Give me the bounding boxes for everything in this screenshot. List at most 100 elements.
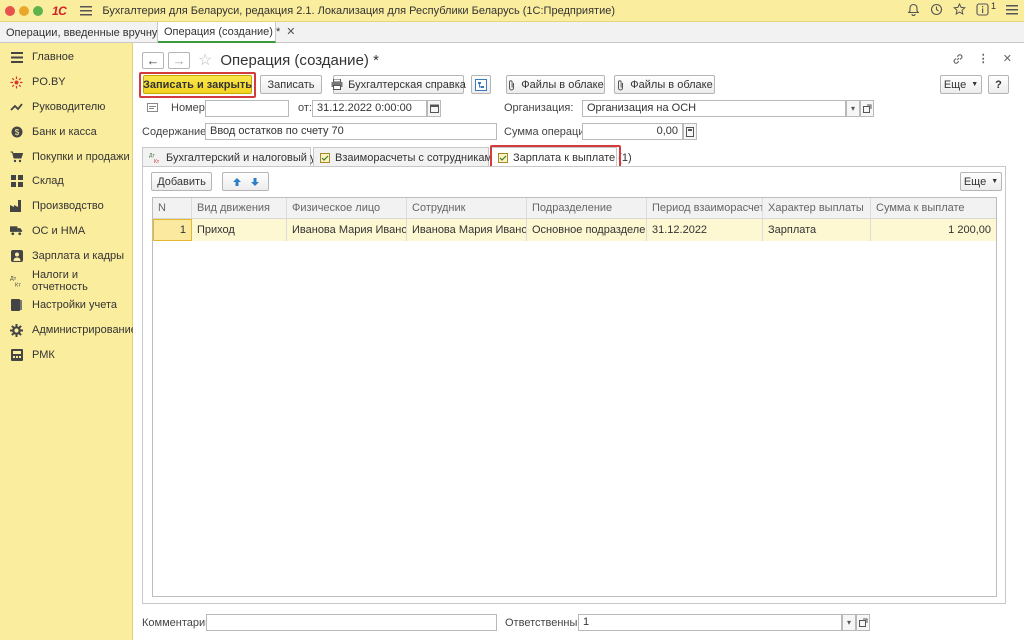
- cell-department[interactable]: Основное подразделе...: [527, 219, 647, 241]
- tax-icon: Дт Кт: [10, 274, 23, 287]
- help-button[interactable]: ?: [988, 75, 1009, 94]
- structure-button[interactable]: [471, 75, 491, 94]
- open-icon: [862, 104, 872, 113]
- cell-employee[interactable]: Иванова Мария Ивано...: [407, 219, 527, 241]
- settings-lines-icon[interactable]: [1006, 4, 1018, 15]
- organization-dropdown-button[interactable]: ▾: [846, 100, 860, 117]
- form-area: ← → ☆ Операция (создание) * ⋮ ✕ Записать…: [133, 43, 1024, 640]
- sidebar-item-manager[interactable]: Руководителю: [0, 95, 132, 120]
- save-and-close-button[interactable]: Записать и закрыть: [143, 75, 252, 94]
- organization-open-button[interactable]: [860, 100, 874, 117]
- register-icon: [10, 348, 23, 361]
- table-row[interactable]: 1 Приход Иванова Мария Ивано... Иванова …: [153, 219, 996, 241]
- svg-text:$: $: [14, 128, 19, 137]
- content-field[interactable]: Ввод остатков по счету 70: [205, 123, 497, 140]
- tab-accounting[interactable]: Дт Кт Бухгалтерский и налоговый учет: [142, 147, 332, 167]
- sidebar-item-poby[interactable]: PO.BY: [0, 70, 132, 95]
- sidebar-item-bank[interactable]: $ Банк и касса: [0, 119, 132, 144]
- window-tabs: Операции, введенные вручную ✕ Операция (…: [0, 22, 1024, 43]
- minimize-window-button[interactable]: [19, 5, 29, 16]
- sidebar-item-taxes[interactable]: Дт Кт Налоги и отчетность: [0, 268, 132, 293]
- sidebar-item-pos[interactable]: РМК: [0, 343, 132, 368]
- number-field[interactable]: [205, 100, 289, 117]
- more-button[interactable]: Еще ▼: [940, 75, 982, 94]
- comment-field[interactable]: [206, 614, 497, 631]
- column-header[interactable]: Характер выплаты: [763, 198, 871, 218]
- add-label: Добавить: [157, 175, 206, 188]
- more-vertical-icon[interactable]: ⋮: [978, 52, 989, 65]
- close-tab-icon[interactable]: ✕: [286, 25, 295, 38]
- info-icon[interactable]: [976, 3, 989, 16]
- files-cloud-button-1[interactable]: Файлы в облаке: [506, 75, 605, 94]
- cell-payment-type[interactable]: Зарплата: [763, 219, 871, 241]
- responsible-open-button[interactable]: [856, 614, 870, 631]
- date-label: от:: [298, 102, 312, 114]
- sun-icon: [10, 76, 23, 89]
- calendar-button[interactable]: [427, 100, 441, 117]
- main-menu-icon[interactable]: [80, 5, 93, 16]
- column-header[interactable]: Вид движения: [192, 198, 287, 218]
- column-header[interactable]: Физическое лицо: [287, 198, 407, 218]
- sidebar-item-assets[interactable]: ОС и НМА: [0, 219, 132, 244]
- sum-field[interactable]: 0,00: [582, 123, 683, 140]
- forward-button[interactable]: →: [168, 51, 190, 69]
- files-cloud-button-2[interactable]: Файлы в облаке: [614, 75, 715, 94]
- sidebar-item-main[interactable]: Главное: [0, 45, 132, 70]
- cell-number[interactable]: 1: [153, 219, 192, 241]
- warehouse-icon: [10, 175, 23, 188]
- column-header[interactable]: Сумма к выплате: [871, 198, 996, 218]
- organization-field[interactable]: Организация на ОСН: [582, 100, 846, 117]
- bell-icon[interactable]: [907, 3, 920, 16]
- number-label: Номер:: [171, 102, 208, 114]
- tab-operation-create[interactable]: Операция (создание) * ✕: [158, 22, 296, 43]
- cell-movement-type[interactable]: Приход: [192, 219, 287, 241]
- paperclip-icon: [616, 79, 625, 91]
- column-header[interactable]: N: [153, 198, 192, 218]
- sidebar-item-warehouse[interactable]: Склад: [0, 169, 132, 194]
- maximize-window-button[interactable]: [33, 5, 43, 16]
- tab-label: Операции, введенные вручную: [6, 26, 166, 39]
- responsible-dropdown-button[interactable]: ▾: [842, 614, 856, 631]
- calculator-button[interactable]: [683, 123, 697, 140]
- sidebar-item-settings[interactable]: Настройки учета: [0, 293, 132, 318]
- factory-icon: [10, 200, 23, 213]
- column-header[interactable]: Подразделение: [527, 198, 647, 218]
- tab-manual-operations[interactable]: Операции, введенные вручную ✕: [0, 22, 181, 43]
- structure-icon: [475, 78, 487, 91]
- close-form-icon[interactable]: ✕: [1003, 52, 1012, 65]
- favorites-star-icon[interactable]: [953, 3, 966, 16]
- notification-count: 1: [990, 0, 996, 11]
- table-more-button[interactable]: Еще ▼: [960, 172, 1002, 191]
- sidebar-item-salary[interactable]: Зарплата и кадры: [0, 243, 132, 268]
- add-button[interactable]: Добавить: [151, 172, 212, 191]
- save-button[interactable]: Записать: [260, 75, 322, 94]
- date-field[interactable]: 31.12.2022 0:00:00: [312, 100, 427, 117]
- sidebar-item-label: Склад: [32, 175, 64, 188]
- close-window-button[interactable]: [5, 5, 15, 16]
- sidebar-item-production[interactable]: Производство: [0, 194, 132, 219]
- responsible-label: Ответственный:: [505, 617, 587, 629]
- title-bar: 1С Бухгалтерия для Беларуси, редакция 2.…: [0, 0, 1024, 22]
- move-up-icon[interactable]: [232, 177, 242, 187]
- responsible-field[interactable]: 1: [578, 614, 842, 631]
- cell-amount[interactable]: 1 200,00: [871, 219, 996, 241]
- svg-text:Кт: Кт: [154, 159, 160, 163]
- sidebar-item-label: РМК: [32, 348, 55, 361]
- back-button[interactable]: ←: [142, 51, 164, 69]
- accounting-note-label: Бухгалтерская справка: [348, 78, 466, 91]
- accounting-note-button[interactable]: Бухгалтерская справка: [331, 75, 466, 94]
- people-icon: [10, 249, 23, 262]
- history-icon[interactable]: [930, 3, 943, 16]
- favorite-star-icon[interactable]: ☆: [198, 50, 212, 70]
- sidebar-item-admin[interactable]: Администрирование: [0, 318, 137, 343]
- column-header[interactable]: Сотрудник: [407, 198, 527, 218]
- cell-person[interactable]: Иванова Мария Ивано...: [287, 219, 407, 241]
- table-header: N Вид движения Физическое лицо Сотрудник…: [153, 198, 996, 219]
- column-header[interactable]: Период взаиморасчетов: [647, 198, 763, 218]
- move-down-icon[interactable]: [250, 177, 260, 187]
- sidebar: Главное PO.BY Руководителю $ Банк и касс…: [0, 43, 137, 640]
- tab-employee-settlements[interactable]: Взаиморасчеты с сотрудниками (1): [313, 147, 515, 167]
- sidebar-item-sales[interactable]: Покупки и продажи: [0, 144, 132, 169]
- cell-period[interactable]: 31.12.2022: [647, 219, 763, 241]
- link-icon[interactable]: [952, 53, 964, 65]
